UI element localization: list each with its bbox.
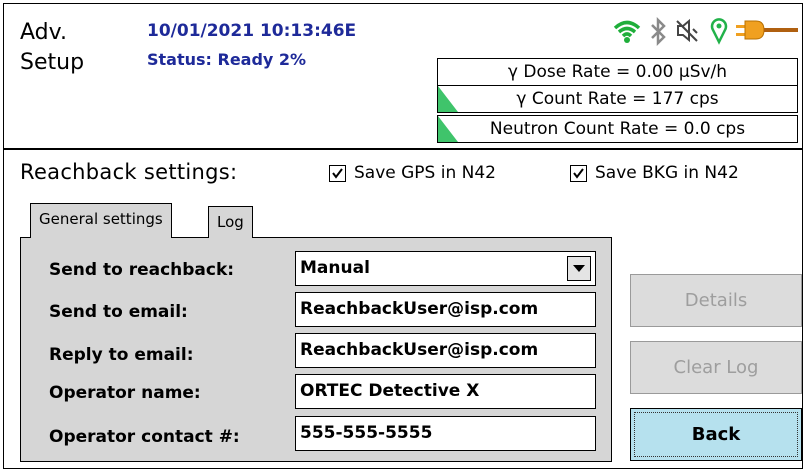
neutron-rate-indicator (438, 116, 458, 142)
operator-contact-label: Operator contact #: (49, 427, 240, 447)
focus-ring (634, 412, 798, 457)
operator-name-field[interactable]: ORTEC Detective X (295, 374, 596, 409)
save-gps-checkbox-box[interactable] (329, 164, 346, 182)
save-gps-label: Save GPS in N42 (354, 163, 497, 183)
details-button[interactable]: Details (630, 274, 802, 327)
reply-to-email-field[interactable]: ReachbackUser@isp.com (295, 333, 596, 368)
status-icon-bar (612, 17, 802, 47)
chevron-down-icon (573, 265, 585, 272)
send-to-reachback-value: Manual (300, 258, 370, 278)
send-to-reachback-label: Send to reachback: (49, 260, 235, 280)
reply-to-email-label: Reply to email: (49, 345, 194, 365)
screen-title-line2: Setup (20, 50, 85, 75)
tab-general-settings[interactable]: General settings (30, 203, 172, 238)
send-to-reachback-select[interactable]: Manual (295, 251, 596, 286)
save-gps-checkbox[interactable]: Save GPS in N42 (329, 163, 496, 183)
operator-name-label: Operator name: (49, 383, 201, 403)
count-rate-text: γ Count Rate = 177 cps (516, 89, 719, 109)
status-text: Status: Ready 2% (147, 50, 307, 69)
count-rate-indicator (438, 86, 458, 112)
dose-rate-display: γ Dose Rate = 0.00 μSv/h (437, 58, 798, 86)
count-rate-display: γ Count Rate = 177 cps (437, 85, 798, 113)
screen-title-line1: Adv. (20, 20, 67, 45)
back-button[interactable]: Back (630, 408, 802, 461)
operator-contact-field[interactable]: 555-555-5555 (295, 416, 596, 451)
clear-log-button[interactable]: Clear Log (630, 341, 802, 394)
tab-log[interactable]: Log (208, 206, 253, 238)
checkmark-icon (573, 167, 584, 179)
muted-speaker-icon (676, 18, 698, 43)
save-bkg-checkbox-box[interactable] (570, 164, 587, 182)
wifi-icon (613, 20, 641, 43)
gps-pin-icon (710, 18, 728, 45)
header-divider (4, 148, 802, 150)
send-to-email-label: Send to email: (49, 302, 188, 322)
save-bkg-checkbox[interactable]: Save BKG in N42 (570, 163, 739, 183)
dropdown-button[interactable] (567, 256, 591, 281)
neutron-rate-display: Neutron Count Rate = 0.0 cps (437, 115, 798, 143)
power-plug-icon (736, 20, 798, 40)
save-bkg-label: Save BKG in N42 (595, 163, 739, 183)
checkmark-icon (332, 167, 343, 179)
dose-rate-text: γ Dose Rate = 0.00 μSv/h (507, 62, 728, 82)
bluetooth-icon (651, 17, 666, 47)
neutron-rate-text: Neutron Count Rate = 0.0 cps (489, 119, 746, 139)
reachback-settings-label: Reachback settings: (20, 160, 238, 184)
send-to-email-field[interactable]: ReachbackUser@isp.com (295, 292, 596, 327)
datetime-display: 10/01/2021 10:13:46E (147, 21, 357, 41)
